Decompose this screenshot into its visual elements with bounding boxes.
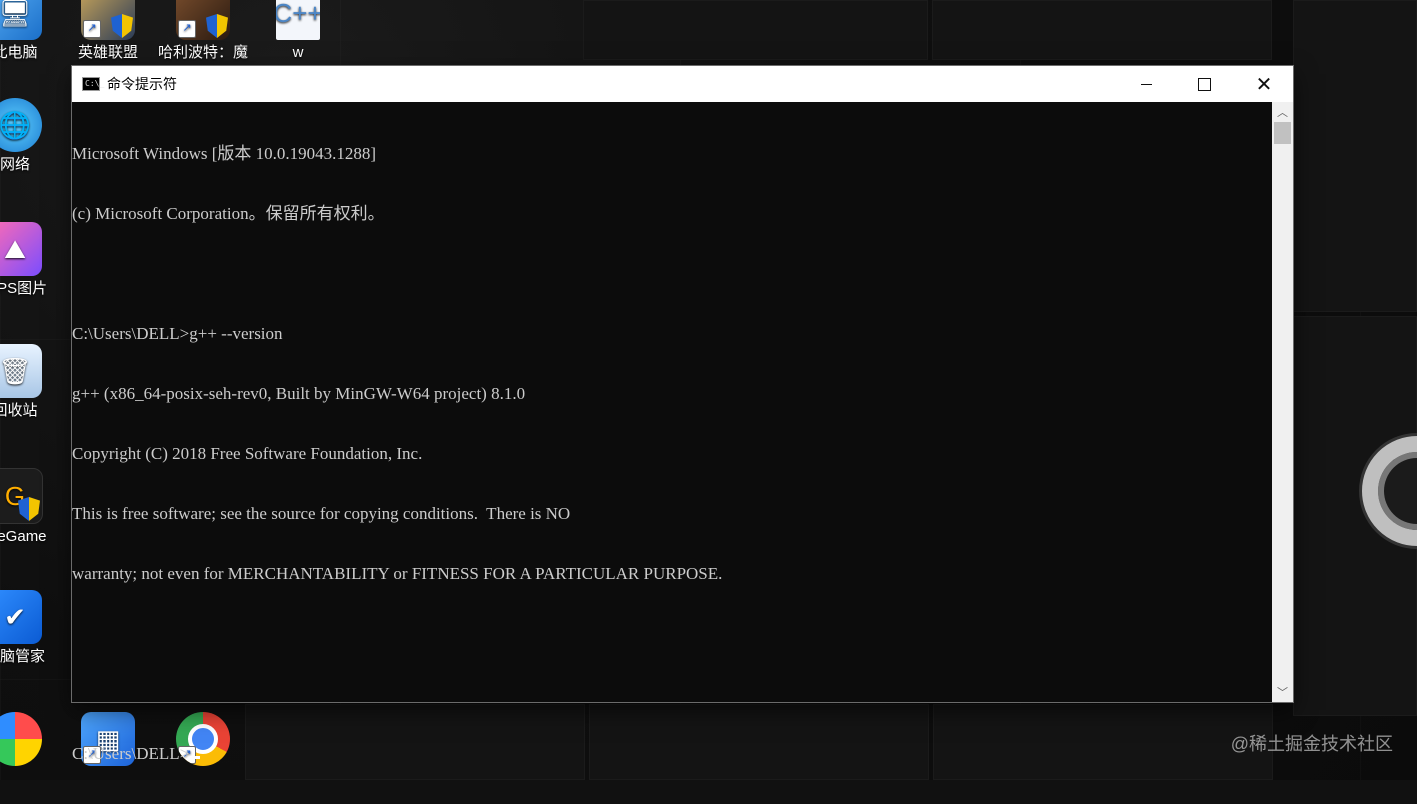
desktop-icon-recycle-bin[interactable]: 🗑 回收站 [0, 344, 60, 420]
desktop-icon-pc-manager[interactable]: ✔ 电脑管家 [0, 590, 60, 666]
recycle-bin-icon: 🗑 [0, 344, 42, 398]
console-line: This is free software; see the source fo… [72, 504, 571, 523]
desktop-icon-label: 英雄联盟 [77, 44, 138, 61]
vertical-scrollbar[interactable]: ︿ ﹀ [1272, 102, 1293, 702]
close-icon: ✕ [1255, 73, 1273, 96]
desktop-tile [1293, 0, 1417, 312]
desktop-icon-label: 回收站 [0, 402, 38, 419]
desktop-tile [932, 0, 1272, 60]
cmd-app-icon: C:\_ [82, 77, 104, 91]
minimize-button[interactable] [1117, 66, 1175, 102]
scrollbar-thumb[interactable] [1274, 122, 1291, 144]
league-of-legends-icon: ↗ [81, 0, 135, 40]
desktop-icon-harry-potter[interactable]: ↗ 哈利波特：魔 [158, 0, 248, 62]
command-prompt-window[interactable]: C:\_ 命令提示符 ✕ Microsoft Windows [版本 10.0.… [72, 66, 1293, 763]
desktop-icon-label: WeGame [0, 528, 47, 545]
maximize-icon [1197, 77, 1211, 91]
console-prompt-line[interactable]: C:\Users\DELL> [72, 744, 1272, 764]
chevron-up-icon: ︿ [1277, 107, 1288, 119]
desktop-tile [583, 0, 928, 60]
console-line: Copyright (C) 2018 Free Software Foundat… [72, 444, 423, 463]
console-line: (c) Microsoft Corporation。保留所有权利。 [72, 204, 385, 223]
console-output[interactable]: Microsoft Windows [版本 10.0.19043.1288] (… [72, 102, 1272, 763]
shortcut-arrow-icon: ↗ [83, 20, 101, 38]
console-line: g++ (x86_64-posix-seh-rev0, Built by Min… [72, 384, 526, 403]
window-title: 命令提示符 [107, 76, 177, 92]
desktop-icon-label: w [292, 44, 304, 61]
console-line: warranty; not even for MERCHANTABILITY o… [72, 564, 723, 583]
minimize-icon [1140, 83, 1152, 85]
desktop-icon-label: 哈利波特：魔 [158, 44, 249, 61]
close-button[interactable]: ✕ [1235, 66, 1293, 102]
desktop-icon-league-of-legends[interactable]: ↗ 英雄联盟 [63, 0, 153, 62]
pc-manager-icon: ✔ [0, 590, 42, 644]
desktop-icon-this-pc[interactable]: 🖥 此电脑 [0, 0, 60, 62]
scroll-up-button[interactable]: ︿ [1272, 102, 1293, 122]
network-icon: 🌐 [0, 98, 42, 152]
text-cursor [190, 756, 201, 759]
cpp-file-icon: C++ [276, 0, 320, 40]
desktop-icon-colorful-app[interactable] [0, 712, 60, 770]
computer-icon: 🖥 [0, 0, 42, 40]
wps-pictures-icon: ⛰ [0, 222, 42, 276]
colorful-app-icon [0, 712, 42, 766]
site-watermark: @稀土掘金技术社区 [1230, 734, 1393, 754]
chevron-down-icon: ﹀ [1277, 687, 1288, 699]
desktop-icon-label: WPS图片 [0, 280, 48, 297]
desktop-icon-label: 网络 [0, 156, 30, 173]
console-line: C:\Users\DELL>g++ --version [72, 324, 283, 343]
window-titlebar[interactable]: C:\_ 命令提示符 ✕ [72, 66, 1293, 102]
console-prompt: C:\Users\DELL> [72, 744, 190, 763]
maximize-button[interactable] [1175, 66, 1233, 102]
wegame-icon: G [0, 468, 43, 524]
desktop-icon-cpp-file[interactable]: C++ w [253, 0, 343, 62]
uac-shield-icon [18, 497, 40, 521]
desktop-icon-network[interactable]: 🌐 网络 [0, 98, 60, 174]
shortcut-arrow-icon: ↗ [178, 20, 196, 38]
scroll-down-button[interactable]: ﹀ [1272, 682, 1293, 702]
desktop-icon-wegame[interactable]: G WeGame [0, 468, 60, 546]
desktop-icon-label: 此电脑 [0, 44, 38, 61]
uac-shield-icon [206, 14, 228, 38]
desktop-icon-wps-pictures[interactable]: ⛰ WPS图片 [0, 222, 60, 298]
harry-potter-icon: ↗ [176, 0, 230, 40]
console-line: Microsoft Windows [版本 10.0.19043.1288] [72, 144, 377, 163]
uac-shield-icon [111, 14, 133, 38]
desktop-icon-label: 电脑管家 [0, 648, 45, 665]
